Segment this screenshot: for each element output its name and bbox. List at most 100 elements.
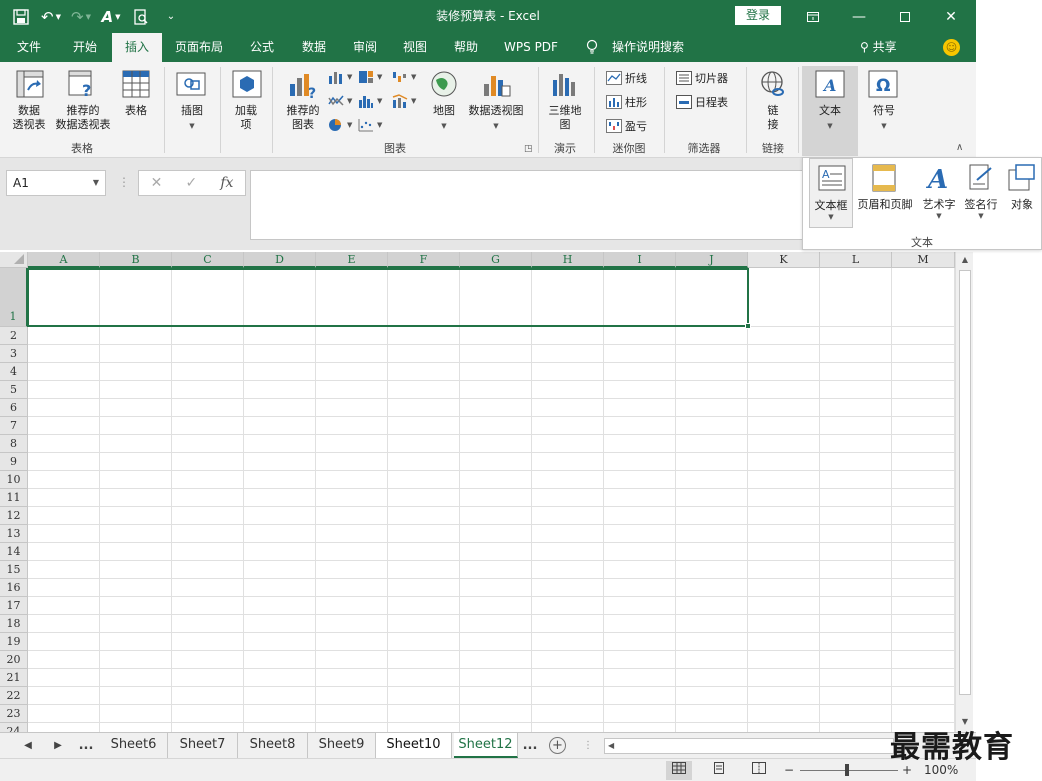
zoom-slider-track[interactable] <box>800 770 898 771</box>
column-header-h[interactable]: H <box>532 252 604 268</box>
row-header-21[interactable]: 21 <box>0 669 28 687</box>
page-break-view-icon[interactable] <box>746 761 772 780</box>
vertical-ellipsis-icon[interactable]: ⋮ <box>576 733 600 759</box>
signature-line-dropdown-icon[interactable]: ▼ <box>961 212 1001 220</box>
textbox-button[interactable]: A 文本框 ▼ <box>809 158 853 228</box>
row-header-16[interactable]: 16 <box>0 579 28 597</box>
pivot-table-icon[interactable] <box>16 70 44 101</box>
row-header-1[interactable]: 1 <box>0 268 28 327</box>
sheet-next-icon[interactable]: ▶ <box>46 733 70 759</box>
add-sheet-button[interactable]: + <box>549 737 566 754</box>
row-header-23[interactable]: 23 <box>0 705 28 723</box>
row-header-9[interactable]: 9 <box>0 453 28 471</box>
normal-view-icon[interactable] <box>666 761 692 780</box>
tab-data[interactable]: 数据 <box>292 33 336 62</box>
sheet-prev-icon[interactable]: ◀ <box>16 733 40 759</box>
scroll-up-icon[interactable]: ▲ <box>956 252 974 268</box>
tab-help[interactable]: 帮助 <box>444 33 488 62</box>
charts-dialog-launcher-icon[interactable]: ◳ <box>524 144 533 154</box>
illustrations-icon[interactable] <box>176 70 206 101</box>
signature-line-button[interactable]: 签名行 ▼ <box>961 158 1001 228</box>
tab-file[interactable]: 文件 <box>6 33 52 62</box>
login-button[interactable]: 登录 <box>735 6 781 25</box>
horizontal-scrollbar[interactable]: ◀ <box>604 738 894 754</box>
column-header-d[interactable]: D <box>244 252 316 268</box>
symbols-dropdown-icon[interactable]: ▼ <box>864 118 904 133</box>
tab-home[interactable]: 开始 <box>60 33 110 62</box>
row-header-8[interactable]: 8 <box>0 435 28 453</box>
row-header-10[interactable]: 10 <box>0 471 28 489</box>
omega-symbol-icon[interactable]: Ω <box>868 70 898 101</box>
vertical-scrollbar[interactable]: ▲ ▼ <box>955 252 973 732</box>
column-header-c[interactable]: C <box>172 252 244 268</box>
row-header-19[interactable]: 19 <box>0 633 28 651</box>
tab-formulas[interactable]: 公式 <box>240 33 284 62</box>
column-header-f[interactable]: F <box>388 252 460 268</box>
row-header-11[interactable]: 11 <box>0 489 28 507</box>
formula-input[interactable] <box>250 170 810 240</box>
sparkline-column-button[interactable]: 柱形 <box>606 94 647 110</box>
row-header-20[interactable]: 20 <box>0 651 28 669</box>
row-header-13[interactable]: 13 <box>0 525 28 543</box>
insert-function-icon[interactable]: fx <box>220 175 233 191</box>
recommended-pivot-icon[interactable]: ? <box>68 70 96 101</box>
sheet-tab-sheet10[interactable]: Sheet10 <box>376 733 452 758</box>
zoom-slider-thumb[interactable] <box>845 764 849 776</box>
table-icon[interactable] <box>122 70 150 101</box>
sheet-tab-sheet8[interactable]: Sheet8 <box>238 733 308 758</box>
timeline-button[interactable]: 日程表 <box>676 94 728 110</box>
text-dropdown-icon[interactable]: ▼ <box>810 118 850 133</box>
sparkline-line-button[interactable]: 折线 <box>606 70 647 86</box>
recommended-charts-icon[interactable]: ? <box>288 70 318 103</box>
pie-chart-button[interactable]: ▼ <box>328 118 352 132</box>
column-header-l[interactable]: L <box>820 252 892 268</box>
tab-review[interactable]: 审阅 <box>343 33 387 62</box>
confirm-entry-icon[interactable]: ✓ <box>185 175 197 191</box>
scatter-chart-button[interactable]: ▼ <box>358 118 382 132</box>
column-header-i[interactable]: I <box>604 252 676 268</box>
sheet-tab-sheet7[interactable]: Sheet7 <box>168 733 238 758</box>
hierarchy-chart-button[interactable]: ▼ <box>358 70 382 84</box>
scroll-left-icon[interactable]: ◀ <box>608 739 614 753</box>
cancel-entry-icon[interactable]: ✕ <box>151 175 163 191</box>
name-box[interactable]: A1 ▼ <box>6 170 106 196</box>
link-icon[interactable] <box>758 70 788 103</box>
worksheet-grid[interactable]: A B C D E F G H I J K L M 1 2 3 4 5 6 7 8 9 10 11 12 13 14 15 16 17 18… <box>0 252 976 732</box>
column-header-k[interactable]: K <box>748 252 820 268</box>
tab-view[interactable]: 视图 <box>393 33 437 62</box>
column-header-g[interactable]: G <box>460 252 532 268</box>
column-header-e[interactable]: E <box>316 252 388 268</box>
sheet-tab-sheet12[interactable]: Sheet12 <box>454 733 518 758</box>
column-header-m[interactable]: M <box>892 252 955 268</box>
tab-page-layout[interactable]: 页面布局 <box>168 33 230 62</box>
scrollbar-thumb[interactable] <box>959 270 971 695</box>
header-footer-button[interactable]: 页眉和页脚 <box>853 158 917 228</box>
row-header-14[interactable]: 14 <box>0 543 28 561</box>
row-header-6[interactable]: 6 <box>0 399 28 417</box>
column-header-a[interactable]: A <box>28 252 100 268</box>
3d-map-icon[interactable] <box>550 70 580 101</box>
sheet-tab-sheet9[interactable]: Sheet9 <box>308 733 376 758</box>
maximize-icon[interactable] <box>882 0 928 33</box>
sheet-tab-sheet6[interactable]: Sheet6 <box>100 733 168 758</box>
sparkline-winloss-button[interactable]: 盈亏 <box>606 118 647 134</box>
tell-me-search[interactable]: 操作说明搜索 <box>606 33 690 62</box>
fill-handle[interactable] <box>745 323 751 329</box>
row-header-24[interactable]: 24 <box>0 723 28 732</box>
row-header-22[interactable]: 22 <box>0 687 28 705</box>
column-chart-button[interactable]: ▼ <box>328 70 352 84</box>
pivot-chart-dropdown-icon[interactable]: ▼ <box>462 118 530 133</box>
waterfall-chart-button[interactable]: ▼ <box>392 70 416 84</box>
feedback-smiley-icon[interactable]: ☺ <box>943 39 960 56</box>
collapse-ribbon-icon[interactable]: ∧ <box>956 142 963 153</box>
lightbulb-icon[interactable] <box>582 33 602 62</box>
row-header-5[interactable]: 5 <box>0 381 28 399</box>
column-header-b[interactable]: B <box>100 252 172 268</box>
share-button[interactable]: ⚲ 共享 <box>860 33 897 62</box>
object-button[interactable]: 对象 <box>1003 158 1041 228</box>
column-header-j[interactable]: J <box>676 252 748 268</box>
maps-icon[interactable] <box>430 70 458 101</box>
chevron-down-icon[interactable]: ▼ <box>93 171 99 195</box>
page-layout-view-icon[interactable] <box>706 761 732 780</box>
pivot-chart-icon[interactable] <box>482 70 512 101</box>
